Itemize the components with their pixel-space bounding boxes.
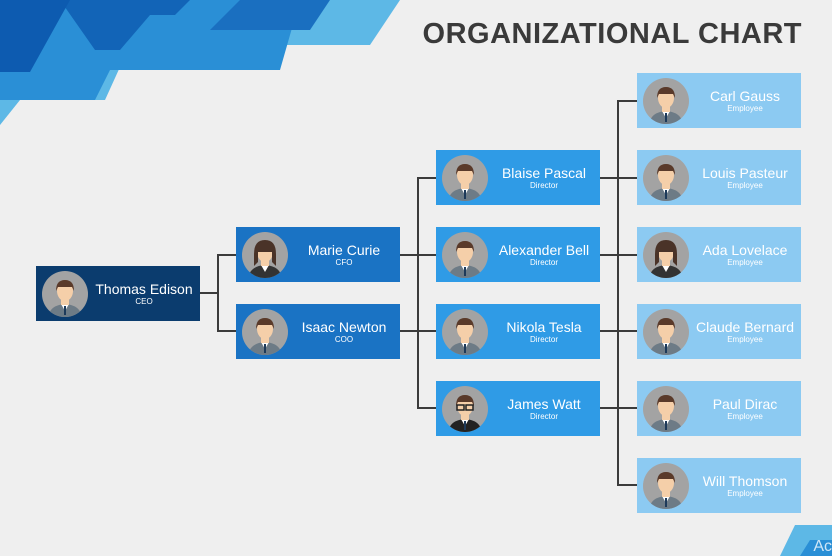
connector-line bbox=[417, 407, 436, 409]
connector-line bbox=[617, 177, 637, 179]
person-role: CFO bbox=[335, 257, 353, 267]
person-role: Employee bbox=[727, 488, 763, 498]
person-name: Claude Bernard bbox=[695, 318, 795, 335]
person-role: Employee bbox=[727, 180, 763, 190]
person-name: Nikola Tesla bbox=[506, 318, 582, 335]
node-ceo[interactable]: Thomas Edison CEO bbox=[36, 266, 200, 321]
person-role: Director bbox=[529, 411, 558, 421]
person-avatar-icon bbox=[442, 154, 488, 201]
connector-line bbox=[617, 330, 637, 332]
connector-line bbox=[417, 177, 419, 409]
node-executive[interactable]: Isaac Newton COO bbox=[236, 304, 400, 359]
person-avatar-icon bbox=[242, 308, 288, 355]
connector-line bbox=[400, 330, 418, 332]
person-role: COO bbox=[334, 334, 354, 344]
node-director[interactable]: Blaise Pascal Director bbox=[436, 150, 600, 205]
person-avatar-icon bbox=[442, 308, 488, 355]
connector-line bbox=[217, 254, 219, 332]
node-employee[interactable]: Paul Dirac Employee bbox=[637, 381, 801, 436]
connector-line bbox=[217, 254, 236, 256]
person-avatar-icon bbox=[643, 308, 689, 355]
person-name: Carl Gauss bbox=[709, 87, 781, 104]
connector-line bbox=[417, 330, 436, 332]
person-avatar-icon bbox=[643, 77, 689, 124]
node-employee[interactable]: Louis Pasteur Employee bbox=[637, 150, 801, 205]
person-role: Employee bbox=[727, 334, 763, 344]
person-name: Will Thomson bbox=[702, 472, 788, 489]
person-role: Director bbox=[529, 180, 558, 190]
person-name: Paul Dirac bbox=[712, 395, 778, 412]
person-role: CEO bbox=[135, 296, 153, 306]
connector-line bbox=[617, 407, 637, 409]
person-name: Isaac Newton bbox=[301, 318, 387, 335]
person-role: Employee bbox=[727, 257, 763, 267]
connector-line bbox=[600, 330, 618, 332]
node-director[interactable]: Alexander Bell Director bbox=[436, 227, 600, 282]
node-director[interactable]: James Watt Director bbox=[436, 381, 600, 436]
connector-line bbox=[617, 484, 637, 486]
person-name: Thomas Edison bbox=[95, 280, 193, 297]
person-role: Director bbox=[529, 334, 558, 344]
node-executive[interactable]: Marie Curie CFO bbox=[236, 227, 400, 282]
watermark-text: Ac bbox=[813, 538, 832, 555]
person-avatar-icon bbox=[242, 231, 288, 278]
person-avatar-icon bbox=[643, 462, 689, 509]
person-name: Louis Pasteur bbox=[702, 164, 788, 181]
connector-line bbox=[417, 177, 436, 179]
person-name: Ada Lovelace bbox=[702, 241, 788, 258]
node-employee[interactable]: Claude Bernard Employee bbox=[637, 304, 801, 359]
person-avatar-icon bbox=[42, 270, 88, 317]
node-employee[interactable]: Carl Gauss Employee bbox=[637, 73, 801, 128]
connector-line bbox=[617, 254, 637, 256]
connector-line bbox=[600, 407, 618, 409]
connector-line bbox=[400, 254, 418, 256]
person-role: Employee bbox=[727, 411, 763, 421]
person-role: Director bbox=[529, 257, 558, 267]
connector-line bbox=[217, 330, 236, 332]
node-director[interactable]: Nikola Tesla Director bbox=[436, 304, 600, 359]
person-avatar-icon bbox=[643, 154, 689, 201]
connector-line bbox=[200, 292, 218, 294]
person-name: Marie Curie bbox=[307, 241, 381, 258]
person-avatar-icon bbox=[442, 231, 488, 278]
node-employee[interactable]: Ada Lovelace Employee bbox=[637, 227, 801, 282]
connector-line bbox=[617, 100, 637, 102]
node-employee[interactable]: Will Thomson Employee bbox=[637, 458, 801, 513]
person-name: Blaise Pascal bbox=[501, 164, 587, 181]
connector-line bbox=[417, 254, 436, 256]
connector-line bbox=[617, 100, 619, 486]
person-role: Employee bbox=[727, 103, 763, 113]
person-avatar-icon bbox=[442, 385, 488, 432]
chart-title: ORGANIZATIONAL CHART bbox=[422, 18, 802, 50]
person-avatar-icon bbox=[643, 385, 689, 432]
connector-line bbox=[600, 177, 618, 179]
person-avatar-icon bbox=[643, 231, 689, 278]
person-name: Alexander Bell bbox=[498, 241, 590, 258]
person-name: James Watt bbox=[507, 395, 581, 412]
connector-line bbox=[600, 254, 618, 256]
